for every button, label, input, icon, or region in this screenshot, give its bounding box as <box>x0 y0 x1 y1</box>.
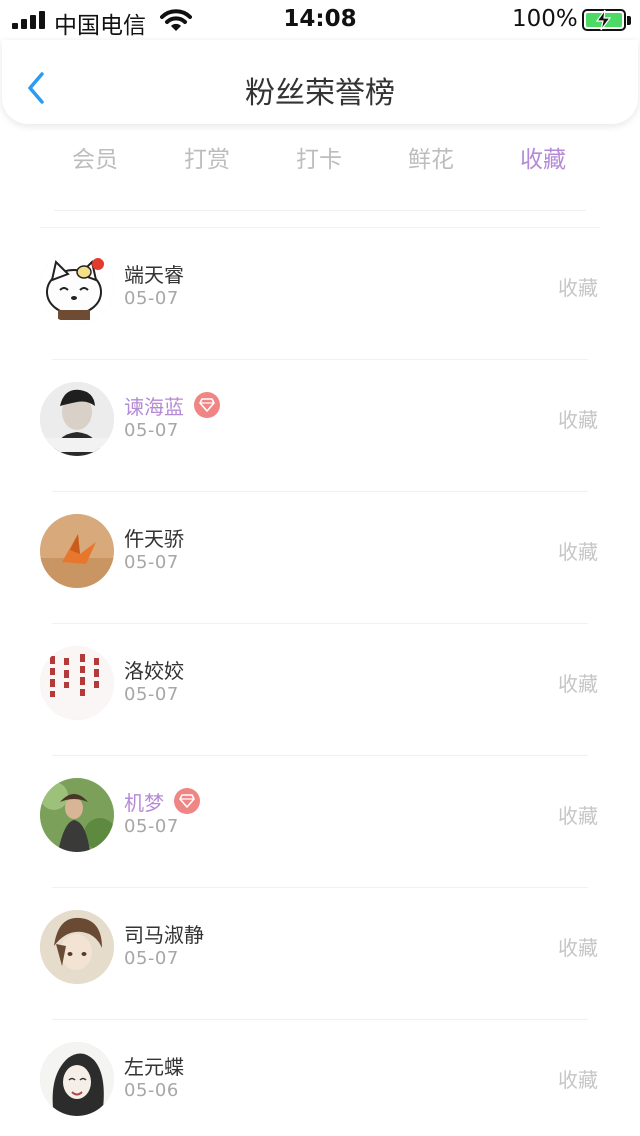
nav-header: 粉丝荣誉榜 <box>2 40 638 124</box>
list-item[interactable]: 仵天骄 05-07 收藏 <box>0 492 640 624</box>
battery-percent: 100% <box>512 6 578 32</box>
list-item[interactable]: 洛姣姣 05-07 收藏 <box>0 624 640 756</box>
list-item[interactable]: 司马淑静 05-07 收藏 <box>0 888 640 1020</box>
user-name: 左元蝶 <box>124 1054 184 1079</box>
tab-checkin[interactable]: 打卡 <box>263 140 375 174</box>
paper-crane-avatar-icon <box>40 514 114 588</box>
anime-boy-avatar-icon <box>40 910 114 984</box>
favorite-date: 05-07 <box>124 288 179 309</box>
tab-flowers[interactable]: 鲜花 <box>375 140 487 174</box>
user-name: 机梦 <box>124 790 164 815</box>
user-name: 仵天骄 <box>124 526 184 551</box>
forest-girl-avatar-icon <box>40 778 114 852</box>
favorite-date: 05-07 <box>124 420 179 441</box>
charging-bolt-icon <box>595 9 612 31</box>
name-line: 洛姣姣 <box>124 654 184 684</box>
portrait-bw-avatar-icon <box>40 382 114 456</box>
user-name: 端天睿 <box>124 262 184 287</box>
favorite-label: 收藏 <box>558 408 598 432</box>
list-item[interactable]: 机梦 05-07 收藏 <box>0 756 640 888</box>
tab-reward[interactable]: 打赏 <box>151 140 263 174</box>
favorite-label: 收藏 <box>558 936 598 960</box>
cat-avatar-icon <box>40 250 114 324</box>
avatar <box>40 778 114 852</box>
name-line: 左元蝶 <box>124 1050 184 1080</box>
tabs-divider <box>54 210 586 211</box>
avatar <box>40 1042 114 1116</box>
tab-favorites[interactable]: 收藏 <box>487 140 599 174</box>
avatar <box>40 910 114 984</box>
user-name: 谏海蓝 <box>124 394 184 419</box>
avatar <box>40 382 114 456</box>
user-name: 洛姣姣 <box>124 658 184 683</box>
avatar <box>40 250 114 324</box>
favorite-label: 收藏 <box>558 672 598 696</box>
sketch-girl-avatar-icon <box>40 1042 114 1116</box>
avatar <box>40 646 114 720</box>
name-line: 谏海蓝 <box>124 390 220 420</box>
fan-honor-page: 中国电信 14:08 100% 粉丝荣誉榜 会员 打赏 打卡 鲜花 收藏 端天睿… <box>0 0 640 1136</box>
name-line: 司马淑静 <box>124 918 204 948</box>
battery-cap <box>627 16 631 25</box>
calligraphy-avatar-icon <box>40 646 114 720</box>
favorite-label: 收藏 <box>558 276 598 300</box>
name-line: 仵天骄 <box>124 522 184 552</box>
name-line: 机梦 <box>124 786 200 816</box>
favorite-date: 05-07 <box>124 684 179 705</box>
list-item[interactable]: 端天睿 05-07 收藏 <box>0 228 640 360</box>
favorite-label: 收藏 <box>558 540 598 564</box>
tab-member[interactable]: 会员 <box>39 140 151 174</box>
favorite-date: 05-07 <box>124 816 179 837</box>
category-tabs: 会员 打赏 打卡 鲜花 收藏 <box>0 140 640 184</box>
page-title: 粉丝荣誉榜 <box>245 76 395 111</box>
vip-diamond-icon <box>194 392 220 418</box>
list-item[interactable]: 左元蝶 05-06 收藏 <box>0 1020 640 1136</box>
favorite-label: 收藏 <box>558 1068 598 1092</box>
user-name: 司马淑静 <box>124 922 204 947</box>
favorite-date: 05-07 <box>124 552 179 573</box>
vip-diamond-icon <box>174 788 200 814</box>
name-line: 端天睿 <box>124 258 184 288</box>
status-bar: 中国电信 14:08 100% <box>0 0 640 40</box>
favorite-date: 05-06 <box>124 1080 179 1101</box>
favorite-date: 05-07 <box>124 948 179 969</box>
list-item[interactable]: 谏海蓝 05-07 收藏 <box>0 360 640 492</box>
favorite-label: 收藏 <box>558 804 598 828</box>
avatar <box>40 514 114 588</box>
